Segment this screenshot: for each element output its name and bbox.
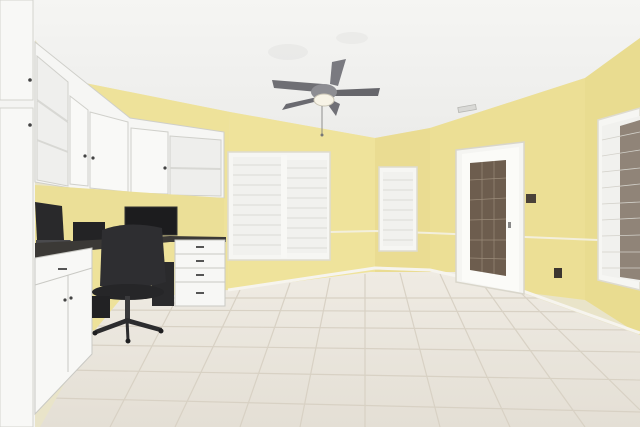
computer-monitor-icon — [73, 222, 105, 242]
light-switch-icon — [526, 194, 536, 203]
room-scene — [0, 0, 640, 427]
window-right-icon — [597, 107, 640, 291]
window-icon — [227, 151, 331, 261]
tall-cabinet-icon — [0, 0, 35, 427]
window-small-icon — [378, 166, 418, 252]
desk-drawers-icon — [174, 239, 226, 307]
outlet-icon — [554, 268, 562, 278]
door-icon — [455, 141, 525, 295]
home-office-photo — [0, 0, 640, 427]
